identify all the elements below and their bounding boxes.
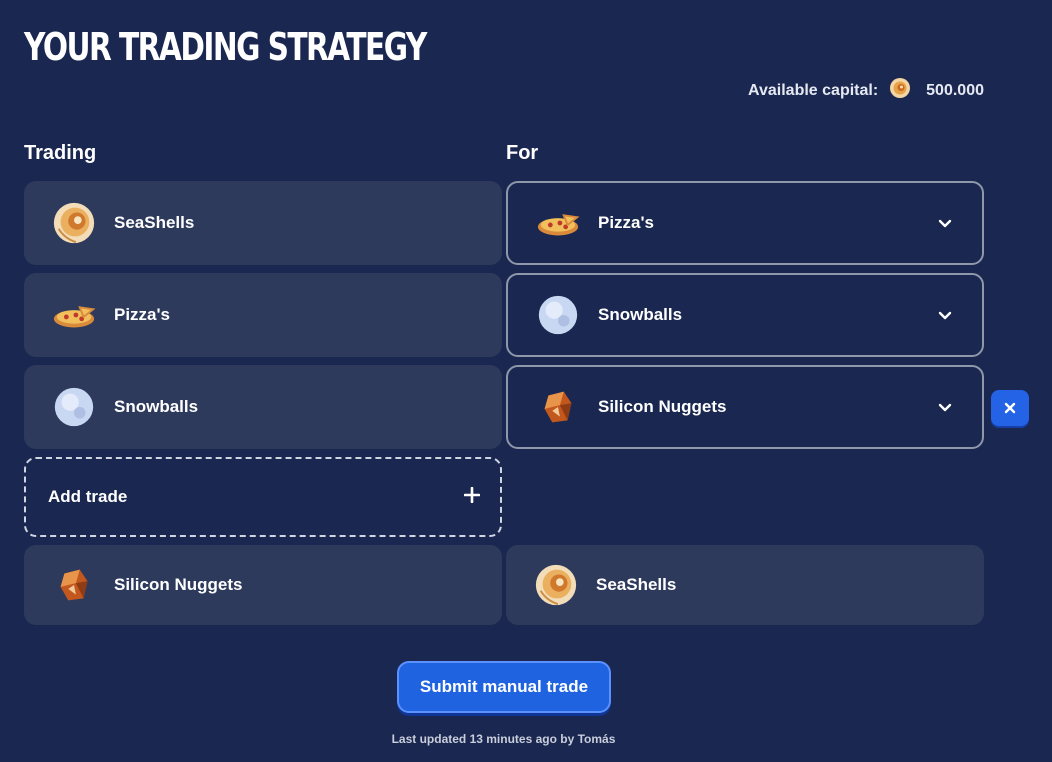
chevron-down-icon — [938, 308, 952, 328]
capital-label: Available capital: — [748, 81, 879, 99]
final-from-label: Silicon Nuggets — [114, 575, 243, 594]
pizza-icon — [534, 199, 582, 247]
final-trade-from: Silicon Nuggets — [24, 545, 502, 625]
final-trade-to: SeaShells — [506, 545, 984, 625]
trade-from-label: SeaShells — [114, 213, 195, 232]
close-icon — [1004, 402, 1016, 414]
remove-trade-button[interactable] — [991, 390, 1029, 426]
trade-from-label: Snowballs — [114, 397, 199, 416]
add-trade-label: Add trade — [48, 487, 128, 506]
seashell-icon — [532, 561, 580, 609]
submit-manual-trade-button[interactable]: Submit manual trade — [397, 661, 611, 713]
trade-from-row-3: Snowballs — [24, 365, 502, 449]
capital-amount: 500.000 — [926, 81, 984, 99]
plus-icon — [463, 486, 481, 508]
available-capital: Available capital: 500.000 — [748, 76, 984, 105]
silicon-nugget-icon — [50, 561, 98, 609]
trade-to-select-2[interactable]: Snowballs — [506, 273, 984, 357]
chevron-down-icon — [938, 216, 952, 236]
trade-from-row-1: SeaShells — [24, 181, 502, 265]
final-to-label: SeaShells — [596, 575, 677, 594]
trade-to-label: Snowballs — [598, 305, 683, 324]
seashell-icon — [888, 76, 912, 105]
trade-to-select-1[interactable]: Pizza's — [506, 181, 984, 265]
last-updated-text: Last updated 13 minutes ago by Tomás — [391, 732, 616, 746]
seashell-icon — [50, 199, 98, 247]
trade-from-row-2: Pizza's — [24, 273, 502, 357]
trade-to-label: Silicon Nuggets — [598, 397, 727, 416]
trade-to-select-3[interactable]: Silicon Nuggets — [506, 365, 984, 449]
chevron-down-icon — [938, 400, 952, 420]
silicon-nugget-icon — [534, 383, 582, 431]
pizza-icon — [50, 291, 98, 339]
for-column-heading: For — [506, 142, 539, 164]
trade-to-label: Pizza's — [598, 213, 655, 232]
page-title: YOUR TRADING STRATEGY — [24, 25, 427, 69]
snowball-icon — [50, 383, 98, 431]
trade-from-label: Pizza's — [114, 305, 171, 324]
trading-column-heading: Trading — [24, 142, 97, 164]
snowball-icon — [534, 291, 582, 339]
add-trade-button[interactable]: Add trade — [24, 457, 502, 537]
